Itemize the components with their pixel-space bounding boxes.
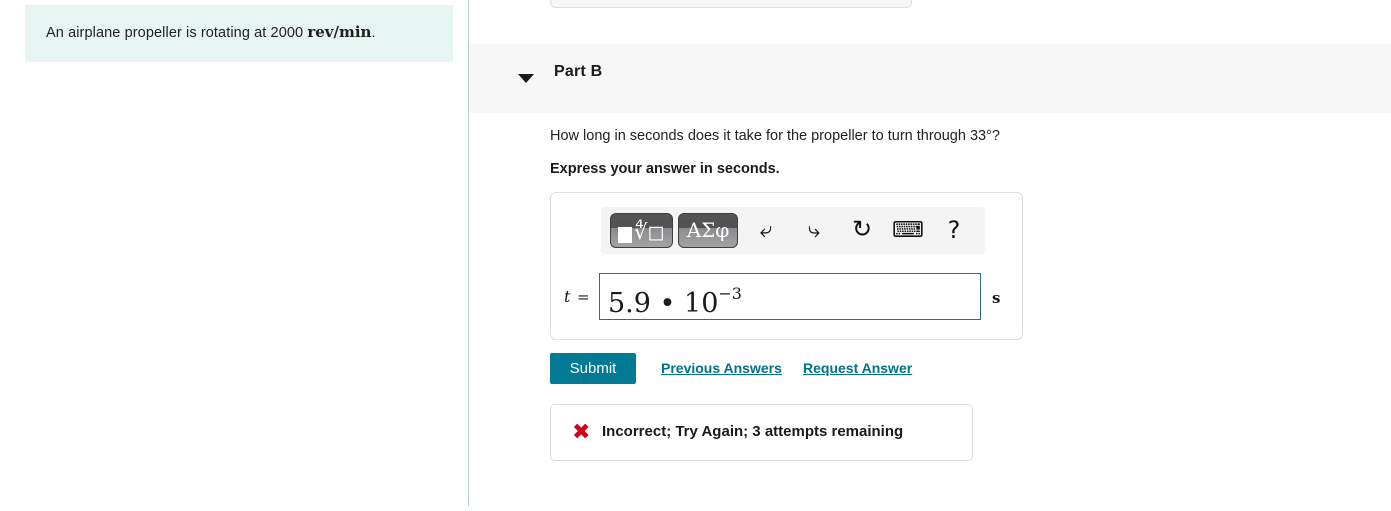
- answer-input-row: t = 5.9 • 10−3 s: [551, 273, 1024, 329]
- answer-input[interactable]: 5.9 • 10−3: [599, 273, 981, 320]
- template-square-glyph: [618, 227, 632, 243]
- answer-unit-label: s: [992, 289, 1001, 307]
- undo-icon[interactable]: ⤶: [749, 213, 783, 247]
- request-answer-link[interactable]: Request Answer: [803, 360, 912, 376]
- template-root-glyph: ∜◻: [634, 220, 665, 244]
- incorrect-x-icon: ✖: [572, 420, 591, 445]
- redo-icon[interactable]: ⤷: [797, 213, 831, 247]
- keyboard-icon[interactable]: ⌨: [891, 213, 925, 247]
- answer-mantissa: 5.9 • 10: [608, 288, 719, 319]
- part-b-header: Part B: [469, 44, 1391, 113]
- answer-equals-sign: =: [577, 288, 590, 306]
- math-toolbar: ∜◻ ΑΣφ ⤶ ⤷ ↻ ⌨ ?: [601, 207, 985, 254]
- answer-variable-label: t: [564, 287, 571, 306]
- caret-down-icon[interactable]: [515, 66, 541, 92]
- problem-statement-suffix: .: [371, 25, 376, 41]
- answer-exponent: −3: [718, 284, 742, 303]
- submit-button[interactable]: Submit: [550, 353, 636, 384]
- part-b-title: Part B: [554, 63, 603, 80]
- reset-icon[interactable]: ↻: [845, 213, 879, 247]
- feedback-box: ✖ Incorrect; Try Again; 3 attempts remai…: [550, 404, 973, 461]
- answer-entry-container: ∜◻ ΑΣφ ⤶ ⤷ ↻ ⌨ ? t = 5.9 • 10−3 s: [550, 192, 1023, 340]
- greek-letters-button[interactable]: ΑΣφ: [678, 213, 738, 248]
- problem-statement-unit: rev/min: [307, 23, 372, 41]
- answer-instruction: Express your answer in seconds.: [550, 161, 780, 177]
- previous-answers-link[interactable]: Previous Answers: [661, 360, 782, 376]
- problem-statement-prefix: An airplane propeller is rotating at 200…: [46, 25, 308, 41]
- help-icon[interactable]: ?: [937, 213, 971, 247]
- answer-value: 5.9 • 10−3: [608, 279, 742, 322]
- math-template-icon[interactable]: ∜◻: [610, 213, 673, 248]
- part-right-panel: Part B How long in seconds does it take …: [469, 0, 1391, 511]
- problem-statement-text: An airplane propeller is rotating at 200…: [46, 23, 376, 41]
- problem-statement-box: An airplane propeller is rotating at 200…: [25, 5, 453, 62]
- feedback-message: Incorrect; Try Again; 3 attempts remaini…: [602, 423, 904, 440]
- caret-down-glyph: [518, 74, 534, 83]
- previous-part-panel-edge: [550, 0, 912, 8]
- question-text: How long in seconds does it take for the…: [550, 128, 1000, 144]
- problem-left-panel: An airplane propeller is rotating at 200…: [0, 0, 468, 511]
